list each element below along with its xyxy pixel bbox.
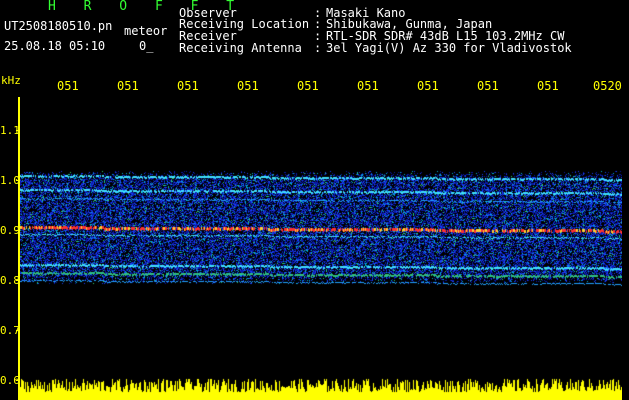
x-tick-label: 051 [297,79,319,93]
antenna-value: 3el Yagi(V) Az 330 for Vladivostok [326,41,572,55]
x-tick-label: 051 [237,79,259,93]
spectrogram-canvas [20,98,622,400]
y-unit-label: kHz [1,74,21,87]
x-tick-label: 0520 [593,79,622,93]
x-tick-label: 051 [57,79,79,93]
x-tick-label: 051 [417,79,439,93]
filename-label: UT2508180510.pn [4,19,113,33]
antenna-label: Receiving Antenna [179,41,302,55]
meteor-label: meteor [124,24,168,38]
x-tick-label: 051 [117,79,139,93]
spectrogram [20,98,622,400]
x-tick-label: 051 [537,79,559,93]
x-tick-label: 051 [357,79,379,93]
timestamp-label: 25.08.18 05:10 [4,39,106,53]
antenna-separator: : [314,41,322,55]
x-tick-label: 051 [477,79,499,93]
count-value: 0_ [139,39,154,53]
x-tick-label: 051 [177,79,199,93]
